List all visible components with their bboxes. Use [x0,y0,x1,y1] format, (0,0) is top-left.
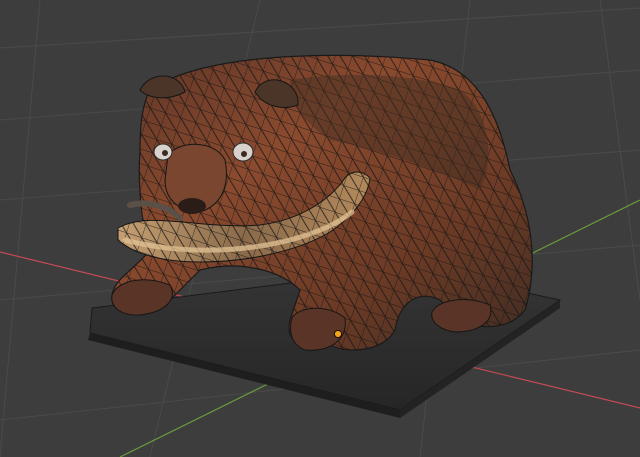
viewport-canvas[interactable] [0,0,640,457]
3d-viewport[interactable] [0,0,640,457]
object-origin-icon[interactable] [334,330,342,338]
